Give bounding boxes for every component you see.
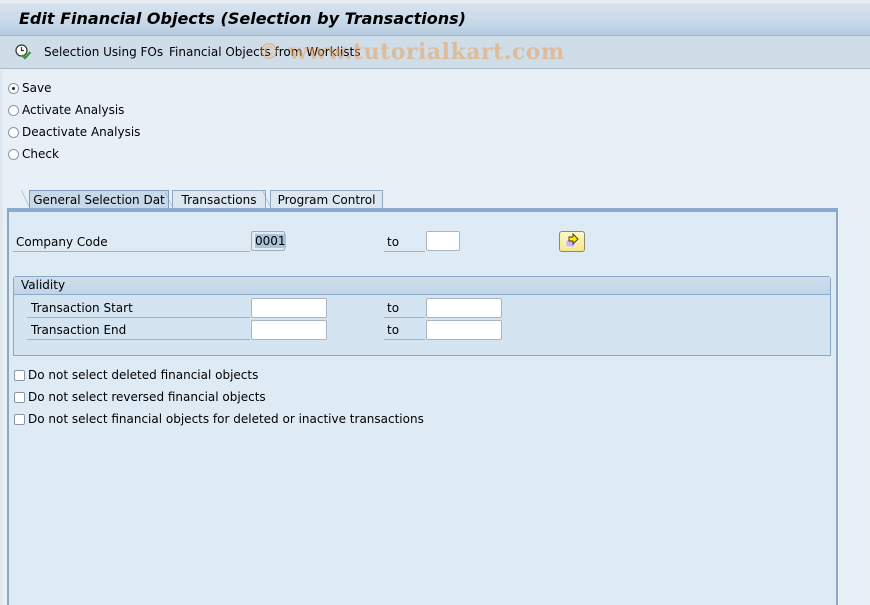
radio-button[interactable] [8,82,19,94]
clock-check-icon[interactable] [14,43,32,61]
title-bar: Edit Financial Objects (Selection by Tra… [0,0,870,36]
checkbox-label: Do not select financial objects for dele… [28,412,424,426]
radio-deactivate-analysis[interactable]: Deactivate Analysis [8,123,140,141]
radio-button[interactable] [8,126,19,138]
tab-panel [7,208,838,605]
transaction-end-to-label: to [387,323,400,337]
tab-program-control[interactable]: Program Control [262,190,383,209]
checkbox[interactable] [14,369,25,381]
validity-group-title: Validity [14,277,830,295]
transaction-end-label: Transaction End [31,323,127,337]
transaction-start-from-input[interactable] [251,298,327,318]
company-code-to-label: to [387,235,400,249]
tab-general-selection-data[interactable]: General Selection Dat [21,190,169,209]
label-underline [27,317,250,318]
application-toolbar: Selection Using FOs Financial Objects fr… [0,36,870,69]
multiple-selection-arrow-icon [565,232,579,248]
tab-label: Transactions [181,193,257,207]
selection-using-fos-button[interactable]: Selection Using FOs [44,45,163,59]
company-code-from-input[interactable]: 0001 [251,231,286,251]
left-edge [0,70,3,605]
radio-button[interactable] [8,104,19,116]
transaction-start-label: Transaction Start [31,301,133,315]
checkbox[interactable] [14,413,25,425]
radio-save[interactable]: Save [8,79,51,97]
radio-activate-analysis[interactable]: Activate Analysis [8,101,124,119]
transaction-start-to-input[interactable] [426,298,502,318]
checkbox-label: Do not select deleted financial objects [28,368,259,382]
checkbox-row-reversed-objects[interactable]: Do not select reversed financial objects [14,389,266,405]
radio-label: Check [22,147,59,161]
checkbox-row-inactive-transactions[interactable]: Do not select financial objects for dele… [14,411,424,427]
radio-label: Deactivate Analysis [22,125,141,139]
transaction-end-to-input[interactable] [426,320,502,340]
financial-objects-from-worklists-button[interactable]: Financial Objects from Worklists [169,45,361,59]
multiple-selection-button[interactable] [559,231,585,252]
company-code-to-input[interactable] [426,231,460,251]
page-title: Edit Financial Objects (Selection by Tra… [19,9,466,28]
label-underline [384,251,425,252]
validity-group: Validity [13,276,831,356]
transaction-start-to-label: to [387,301,400,315]
checkbox[interactable] [14,391,25,403]
radio-check[interactable]: Check [8,145,59,163]
tab-label: General Selection Dat [33,193,165,207]
transaction-end-from-input[interactable] [251,320,327,340]
radio-button[interactable] [8,148,19,160]
tab-label: Program Control [277,193,376,207]
label-underline [384,339,425,340]
company-code-value: 0001 [255,234,286,248]
label-underline [384,317,425,318]
checkbox-row-deleted-objects[interactable]: Do not select deleted financial objects [14,367,258,383]
radio-label: Save [22,81,52,95]
tab-transactions[interactable]: Transactions [164,190,266,209]
label-underline [27,339,250,340]
label-underline [13,251,250,252]
radio-label: Activate Analysis [22,103,125,117]
company-code-label: Company Code [16,235,108,249]
checkbox-label: Do not select reversed financial objects [28,390,266,404]
